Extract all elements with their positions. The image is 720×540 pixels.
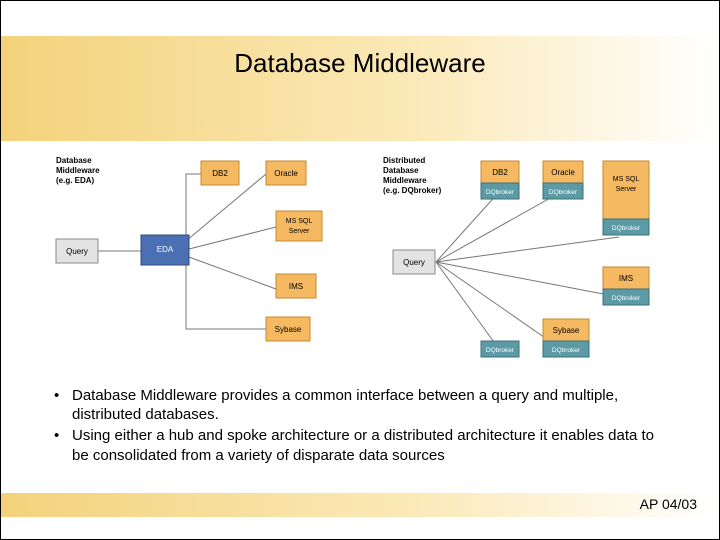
diagram-distributed: Query DB2 DQbroker Oracle DQbroker MS SQ… xyxy=(381,149,681,364)
db-label: Sybase xyxy=(553,326,580,335)
diagram-area: Query EDA DB2 Oracle MS SQL Server IMS S… xyxy=(51,149,671,364)
diagram-hub-and-spoke: Query EDA DB2 Oracle MS SQL Server IMS S… xyxy=(51,149,361,364)
diagram-caption-line: (e.g. DQbroker) xyxy=(383,186,442,195)
db-label: MS SQL xyxy=(286,218,313,225)
footer-bar: AP 04/03 xyxy=(1,493,719,517)
broker-label: DQbroker xyxy=(612,225,641,232)
bullet-item: Database Middleware provides a common in… xyxy=(46,386,666,424)
title-bar: Database Middleware xyxy=(1,36,719,141)
db-label: DB2 xyxy=(492,168,508,177)
diagram-caption-line: Middleware xyxy=(56,166,100,175)
diagram-caption-line: Database xyxy=(56,156,92,165)
query-box-label: Query xyxy=(403,258,425,267)
diagram-caption-line: (e.g. EDA) xyxy=(56,176,95,185)
db-label: Server xyxy=(616,186,637,193)
db-label: DB2 xyxy=(212,169,228,178)
db-label: Sybase xyxy=(275,325,302,334)
db-label: IMS xyxy=(619,274,633,283)
db-label: MS SQL xyxy=(613,176,640,183)
diagram-caption-line: Distributed xyxy=(383,156,425,165)
hub-box-label: EDA xyxy=(157,245,174,254)
diagram-caption-line: Middleware xyxy=(383,176,427,185)
broker-label: DQbroker xyxy=(486,189,515,196)
bullet-item: Using either a hub and spoke architectur… xyxy=(46,426,666,464)
broker-label: DQbroker xyxy=(612,295,641,302)
page-title: Database Middleware xyxy=(234,48,485,79)
broker-label: DQbroker xyxy=(552,347,581,354)
db-label: Oracle xyxy=(551,168,575,177)
broker-label: DQbroker xyxy=(549,189,578,196)
diagram-caption-line: Database xyxy=(383,166,419,175)
db-label: IMS xyxy=(289,282,303,291)
db-label: Server xyxy=(289,228,310,235)
bullet-list: Database Middleware provides a common in… xyxy=(46,386,666,467)
query-box-label: Query xyxy=(66,247,88,256)
footer-text: AP 04/03 xyxy=(640,496,697,512)
db-label: Oracle xyxy=(274,169,298,178)
broker-label: DQbroker xyxy=(486,347,515,354)
